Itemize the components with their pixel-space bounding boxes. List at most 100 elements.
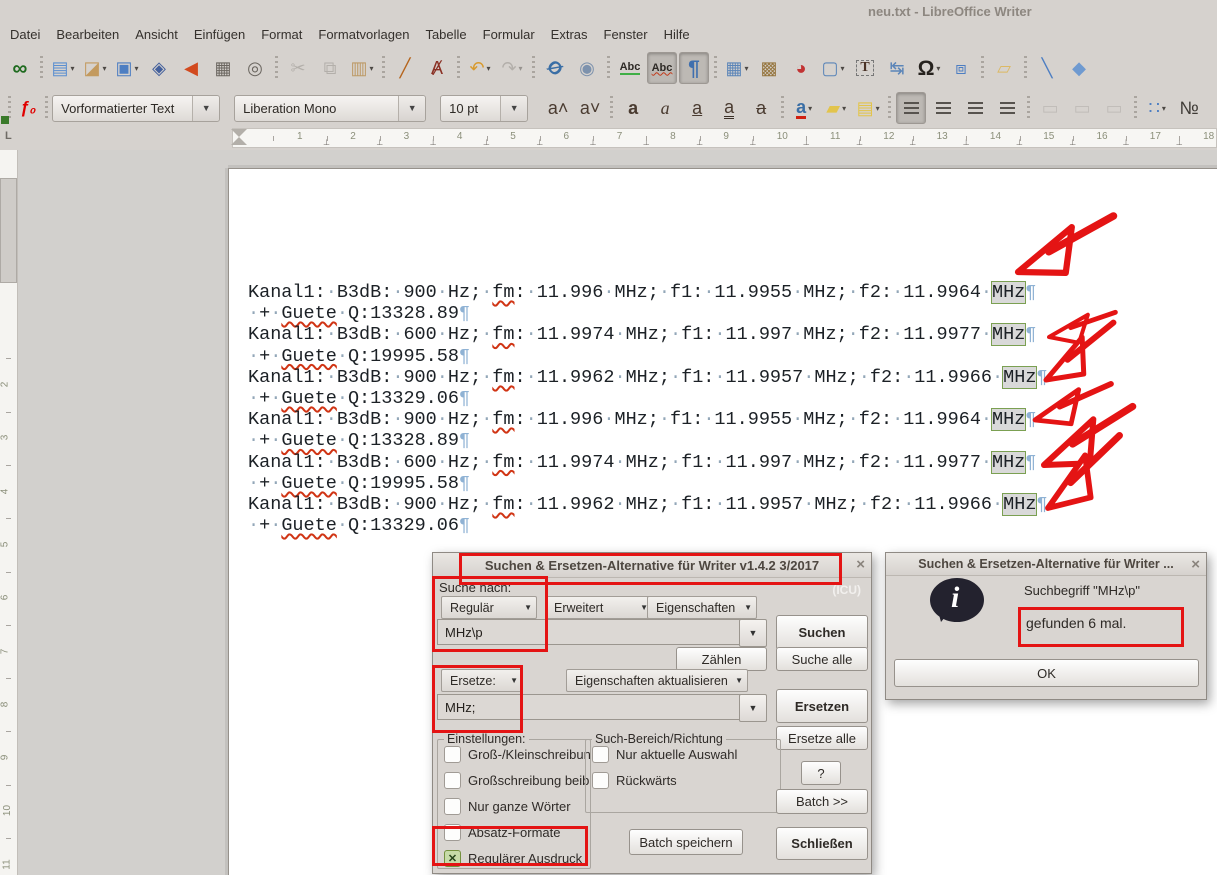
- chevron-down-icon[interactable]: ▼: [520, 603, 536, 612]
- menu-formatvorlagen[interactable]: Formatvorlagen: [310, 27, 417, 42]
- underline-icon[interactable]: a: [682, 92, 712, 124]
- font-size-combo[interactable]: 10 pt ▼: [440, 95, 528, 122]
- checkbox-regul-rer-ausdruck[interactable]: ✕Regulärer Ausdruck: [444, 850, 584, 867]
- chevron-down-icon[interactable]: ▾: [842, 104, 846, 113]
- insert-line-icon[interactable]: ╲: [1032, 52, 1062, 84]
- chevron-down-icon[interactable]: ▼: [740, 603, 756, 612]
- checkbox-nur-ganze-w-rter[interactable]: Nur ganze Wörter: [444, 798, 584, 815]
- tab-type-selector[interactable]: L: [5, 130, 12, 142]
- insert-field-icon[interactable]: ⧈: [946, 52, 976, 84]
- undo-icon[interactable]: ↶▾: [465, 52, 495, 84]
- regular-combo[interactable]: Regulär▼: [441, 596, 537, 619]
- chevron-down-icon[interactable]: ▾: [876, 104, 880, 113]
- batch-button[interactable]: Batch >>: [776, 789, 868, 814]
- help-button[interactable]: ?: [801, 761, 841, 785]
- properties-combo[interactable]: Eigenschaften▼: [647, 596, 757, 619]
- paragraph-style-combo[interactable]: Vorformatierter Text ▼: [52, 95, 220, 122]
- chevron-down-icon[interactable]: ▾: [487, 64, 491, 73]
- chevron-down-icon[interactable]: ▾: [103, 64, 107, 73]
- unchecked-checkbox-icon[interactable]: [592, 772, 609, 789]
- chevron-down-icon[interactable]: ▾: [936, 64, 940, 73]
- align-center-icon[interactable]: [928, 92, 958, 124]
- replace-button[interactable]: Ersetzen: [776, 689, 868, 723]
- indent-marker-icon[interactable]: [231, 137, 247, 145]
- chevron-down-icon[interactable]: ▼: [192, 96, 219, 121]
- extended-combo[interactable]: Erweitert▼: [545, 596, 653, 619]
- unchecked-checkbox-icon[interactable]: [592, 746, 609, 763]
- numbered-list-icon[interactable]: №: [1174, 92, 1204, 124]
- search-button[interactable]: Suchen: [776, 615, 868, 650]
- dialog-titlebar[interactable]: Suchen & Ersetzen-Alternative für Writer…: [886, 553, 1206, 576]
- basic-shapes-icon[interactable]: ◆: [1064, 52, 1094, 84]
- replace-history-dropdown[interactable]: ▼: [739, 694, 767, 722]
- toolbar-handle[interactable]: [45, 96, 48, 120]
- menu-einf-gen[interactable]: Einfügen: [186, 27, 253, 42]
- insert-textbox-icon[interactable]: T: [850, 52, 880, 84]
- close-button[interactable]: Schließen: [776, 827, 868, 860]
- italic-icon[interactable]: a: [650, 92, 680, 124]
- unchecked-checkbox-icon[interactable]: [444, 772, 461, 789]
- menu-bearbeiten[interactable]: Bearbeiten: [48, 27, 127, 42]
- chevron-down-icon[interactable]: ▾: [71, 64, 75, 73]
- print-icon[interactable]: ▦: [208, 52, 238, 84]
- menu-hilfe[interactable]: Hilfe: [656, 27, 698, 42]
- strikethrough-icon[interactable]: a: [746, 92, 776, 124]
- spellcheck-icon[interactable]: Abc: [615, 52, 645, 84]
- save-as-icon[interactable]: ◈: [144, 52, 174, 84]
- shrink-font-icon[interactable]: a˅: [575, 92, 605, 124]
- checked-checkbox-icon[interactable]: ✕: [444, 850, 461, 867]
- indent-marker-icon[interactable]: [231, 129, 247, 137]
- align-justify-icon[interactable]: [992, 92, 1022, 124]
- search-all-button[interactable]: Suche alle: [776, 647, 868, 671]
- chevron-down-icon[interactable]: ▾: [841, 64, 845, 73]
- paste-icon[interactable]: ▥▾: [347, 52, 377, 84]
- menu-tabelle[interactable]: Tabelle: [417, 27, 474, 42]
- unchecked-checkbox-icon[interactable]: [444, 798, 461, 815]
- chevron-down-icon[interactable]: ▾: [135, 64, 139, 73]
- insert-image-icon[interactable]: ▩: [754, 52, 784, 84]
- new-document-icon[interactable]: ▤▾: [48, 52, 78, 84]
- horizontal-ruler[interactable]: L 1⊥2⊥3⊥4⊥5⊥6⊥7⊥8⊥9⊥10⊥11⊥12⊥13⊥14⊥15⊥16…: [0, 126, 1217, 149]
- unchecked-checkbox-icon[interactable]: [444, 824, 461, 841]
- document-text[interactable]: Kanal1:·B3dB:·900·Hz;·fm:·11.996·MHz;·f1…: [248, 282, 1048, 536]
- count-button[interactable]: Zählen: [676, 647, 767, 671]
- chevron-down-icon[interactable]: ▾: [808, 104, 812, 113]
- update-properties-combo[interactable]: Eigenschaften aktualisieren▼: [566, 669, 748, 692]
- chevron-down-icon[interactable]: ▾: [370, 64, 374, 73]
- search-input[interactable]: MHz\p: [437, 619, 746, 645]
- insert-chart-icon[interactable]: ◕: [786, 52, 816, 84]
- align-right-icon[interactable]: [960, 92, 990, 124]
- checkbox-nur-aktuelle-auswahl[interactable]: Nur aktuelle Auswahl: [592, 746, 774, 763]
- chevron-down-icon[interactable]: ▾: [519, 64, 523, 73]
- save-icon[interactable]: ▣▾: [112, 52, 142, 84]
- dialog-titlebar[interactable]: Suchen & Ersetzen-Alternative für Writer…: [433, 553, 871, 578]
- navigator-icon[interactable]: ◉: [572, 52, 602, 84]
- formatting-marks-icon[interactable]: ¶: [679, 52, 709, 84]
- chevron-down-icon[interactable]: ▼: [500, 96, 527, 121]
- menu-datei[interactable]: Datei: [2, 27, 48, 42]
- highlight-color-icon[interactable]: ▰▾: [821, 92, 851, 124]
- font-name-combo[interactable]: Liberation Mono ▼: [234, 95, 426, 122]
- menu-formular[interactable]: Formular: [475, 27, 543, 42]
- styles-sidebar-icon[interactable]: ƒ₀: [15, 98, 41, 118]
- background-color-icon[interactable]: ▤▾: [853, 92, 883, 124]
- export-pdf-icon[interactable]: ◀: [176, 52, 206, 84]
- replace-input[interactable]: MHz;: [437, 694, 746, 720]
- ok-button[interactable]: OK: [894, 659, 1199, 687]
- insert-table-icon[interactable]: ▦▾: [722, 52, 752, 84]
- page-break-icon[interactable]: ↹: [882, 52, 912, 84]
- align-left-icon[interactable]: [896, 92, 926, 124]
- bullet-list-icon[interactable]: ∷▾: [1142, 92, 1172, 124]
- close-icon[interactable]: ×: [1191, 556, 1200, 573]
- grow-font-icon[interactable]: a˄: [543, 92, 573, 124]
- unchecked-checkbox-icon[interactable]: [444, 746, 461, 763]
- close-icon[interactable]: ×: [856, 556, 865, 573]
- chevron-down-icon[interactable]: ▾: [1162, 104, 1166, 113]
- replace-combo[interactable]: Ersetze:▼: [441, 669, 523, 692]
- chevron-down-icon[interactable]: ▼: [731, 676, 747, 685]
- checkbox-r-ckw-rts[interactable]: Rückwärts: [592, 772, 774, 789]
- menu-fenster[interactable]: Fenster: [596, 27, 656, 42]
- special-character-icon[interactable]: Ω▾: [914, 52, 944, 84]
- chevron-down-icon[interactable]: ▼: [506, 676, 522, 685]
- chevron-down-icon[interactable]: ▾: [745, 64, 749, 73]
